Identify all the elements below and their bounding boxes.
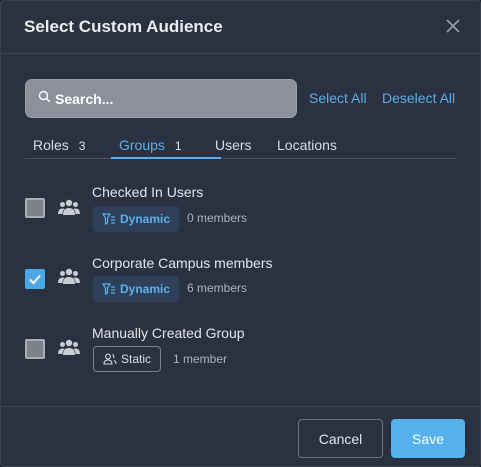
users-icon: [103, 353, 117, 365]
group-checkbox[interactable]: [25, 269, 45, 289]
select-all-link[interactable]: Select All: [309, 90, 367, 106]
filter-icon: [102, 213, 115, 225]
tab-label: Groups: [119, 137, 165, 153]
tab-count: 3: [78, 139, 86, 153]
badge-label: Dynamic: [120, 212, 171, 226]
group-name: Corporate Campus members: [92, 255, 273, 271]
check-icon: [29, 274, 41, 285]
dialog-header: Select Custom Audience: [1, 1, 480, 54]
group-name: Manually Created Group: [92, 325, 245, 341]
dynamic-badge: Dynamic: [93, 276, 180, 302]
search-box[interactable]: [25, 79, 297, 118]
deselect-all-link[interactable]: Deselect All: [382, 90, 455, 106]
tab-count: 1: [174, 139, 182, 153]
tab-users[interactable]: Users: [215, 137, 252, 159]
tab-label: Roles: [33, 137, 69, 153]
group-icon: [58, 267, 80, 285]
tab-groups[interactable]: Groups 1: [119, 137, 182, 159]
group-icon: [58, 198, 80, 216]
dynamic-badge: Dynamic: [93, 206, 180, 232]
group-checkbox[interactable]: [25, 198, 45, 218]
list-item: Manually Created Group Static 1 member: [1, 322, 480, 382]
audience-tabs: Roles 3 Groups 1 Users Locations: [25, 134, 457, 159]
custom-audience-dialog: Select Custom Audience Select All Desele…: [0, 0, 481, 467]
group-checkbox[interactable]: [25, 339, 45, 359]
search-input[interactable]: [55, 90, 285, 107]
dialog-title: Select Custom Audience: [24, 17, 223, 36]
list-item: Checked In Users Dynamic 0 members: [1, 181, 480, 241]
tab-label: Users: [215, 137, 252, 153]
tab-locations[interactable]: Locations: [277, 137, 337, 159]
filter-icon: [102, 283, 115, 295]
group-name: Checked In Users: [92, 184, 204, 200]
badge-label: Static: [121, 352, 152, 366]
list-item: Corporate Campus members Dynamic 6 membe…: [1, 252, 480, 312]
save-button[interactable]: Save: [391, 419, 465, 458]
cancel-button[interactable]: Cancel: [298, 419, 383, 458]
member-count: 6 members: [187, 281, 248, 295]
search-icon: [38, 90, 51, 108]
tab-roles[interactable]: Roles 3: [33, 137, 85, 159]
tab-label: Locations: [277, 137, 337, 153]
badge-label: Dynamic: [120, 282, 171, 296]
active-tab-indicator: [111, 157, 221, 159]
dialog-footer: Cancel Save: [1, 406, 480, 466]
group-icon: [58, 338, 80, 356]
member-count: 1 member: [173, 352, 228, 366]
close-icon[interactable]: [444, 17, 462, 35]
member-count: 0 members: [187, 211, 248, 225]
static-badge: Static: [93, 346, 162, 372]
